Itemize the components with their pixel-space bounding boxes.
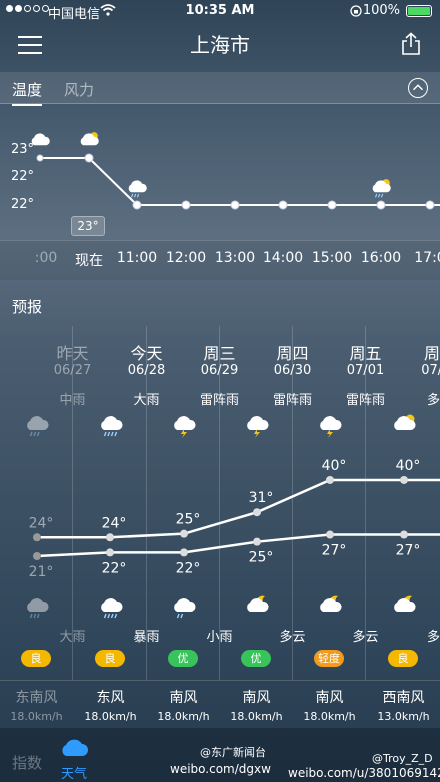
low-temp-label: 25° bbox=[249, 550, 274, 566]
wind-speed: 13.0km/h bbox=[377, 710, 430, 723]
hourly-ylabel-22b: 22° bbox=[11, 197, 34, 212]
high-temp-label: 24° bbox=[102, 515, 127, 531]
battery-icon bbox=[406, 5, 432, 17]
hourly-time-label: 12:00 bbox=[165, 250, 207, 266]
hourly-time-label: 17:0 bbox=[414, 250, 440, 266]
low-temp-label: 22° bbox=[102, 560, 127, 576]
low-temp-label: 21° bbox=[29, 564, 54, 580]
low-temp-label: 27° bbox=[396, 543, 421, 559]
high-temp-point bbox=[33, 533, 41, 542]
rain-cloud-icon bbox=[128, 180, 147, 198]
rotation-lock-icon bbox=[350, 5, 362, 17]
chart-tabs: 温度 风力 bbox=[0, 72, 440, 106]
tab-temperature[interactable]: 温度 bbox=[12, 79, 43, 106]
high-temp-label: 31° bbox=[249, 490, 274, 506]
high-temp-point bbox=[400, 475, 408, 484]
hourly-time-axis: :00 现在 11:00 12:00 13:00 14:00 15:00 16:00 17:0 bbox=[0, 240, 440, 280]
wind-direction: 南风 bbox=[315, 690, 344, 706]
hourly-point bbox=[376, 200, 386, 210]
wind-day-3: 南风 18.0km/h bbox=[220, 687, 293, 723]
wind-day-2: 南风 18.0km/h bbox=[147, 687, 220, 723]
tab-index[interactable]: 指数 bbox=[12, 752, 42, 773]
watermark-2: weibo.com/dgxw bbox=[170, 762, 271, 776]
collapse-icon[interactable] bbox=[408, 78, 428, 98]
app-header: 上海市 bbox=[0, 24, 440, 68]
hourly-point bbox=[425, 200, 435, 210]
weather-cloud-icon bbox=[62, 739, 88, 756]
current-temp-tooltip: 23° bbox=[71, 216, 105, 236]
high-temp-label: 24° bbox=[29, 515, 54, 531]
hourly-time-label: 11:00 bbox=[116, 250, 158, 266]
hourly-point bbox=[230, 200, 240, 210]
wind-row: 东南风 18.0km/h 东风 18.0km/h 南风 18.0km/h 南风 18.0km/… bbox=[0, 680, 440, 726]
hourly-time-label: 13:00 bbox=[214, 250, 256, 266]
high-temp-point bbox=[253, 508, 261, 517]
status-bar: 中国电信 10:35 AM 100% bbox=[0, 0, 440, 24]
hourly-time-label: 现在 bbox=[75, 253, 103, 269]
wind-direction: 西南风 bbox=[382, 690, 425, 706]
daily-temp-chart: 24° 24° 25° 31° 40° 40° 21° 22° 22° 25° 27° 27° bbox=[29, 458, 440, 580]
watermark-3: @Troy_Z_D bbox=[372, 752, 433, 765]
low-temp-point bbox=[106, 548, 114, 557]
hourly-temp-chart: 23° 22° 22° bbox=[11, 132, 440, 212]
wind-day-0: 东南风 18.0km/h bbox=[0, 687, 73, 723]
high-temp-label: 25° bbox=[176, 512, 201, 528]
watermark-4: weibo.com/u/3801069142 bbox=[288, 766, 440, 780]
wind-direction: 东南风 bbox=[15, 690, 58, 706]
hourly-point bbox=[181, 200, 191, 210]
watermark-1: @东广新闻台 bbox=[200, 746, 266, 759]
high-temp-label: 40° bbox=[396, 458, 421, 474]
hourly-time-label: 16:00 bbox=[360, 250, 402, 266]
hourly-point bbox=[327, 200, 337, 210]
wind-day-4: 南风 18.0km/h bbox=[293, 687, 366, 723]
wind-speed: 18.0km/h bbox=[84, 710, 137, 723]
hourly-time-label: 14:00 bbox=[262, 250, 304, 266]
wind-speed: 18.0km/h bbox=[10, 710, 63, 723]
low-temp-label: 27° bbox=[322, 543, 347, 559]
cloud-icon bbox=[31, 133, 50, 146]
hourly-ylabel-23: 23° bbox=[11, 142, 34, 157]
hourly-point bbox=[132, 200, 142, 210]
high-temp-point bbox=[106, 533, 114, 542]
low-temp-label: 22° bbox=[176, 560, 201, 576]
wind-direction: 东风 bbox=[96, 690, 125, 706]
wind-speed: 18.0km/h bbox=[230, 710, 283, 723]
forecast-title: 预报 bbox=[12, 298, 43, 316]
high-temp-label: 40° bbox=[322, 458, 347, 474]
hourly-time-label: 15:00 bbox=[311, 250, 353, 266]
share-icon[interactable] bbox=[400, 32, 422, 56]
high-temp-line bbox=[37, 478, 440, 539]
wind-direction: 南风 bbox=[169, 690, 198, 706]
tab-weather-label: 天气 bbox=[60, 767, 87, 782]
hourly-point bbox=[278, 200, 288, 210]
partly-cloudy-icon bbox=[80, 132, 99, 146]
low-temp-point bbox=[400, 530, 408, 539]
low-temp-point bbox=[326, 530, 334, 539]
hourly-point bbox=[84, 153, 94, 163]
wind-day-1: 东风 18.0km/h bbox=[74, 687, 147, 723]
city-title: 上海市 bbox=[190, 33, 250, 57]
low-temp-point bbox=[253, 537, 261, 546]
tab-weather[interactable]: 天气 bbox=[56, 736, 92, 782]
wind-speed: 18.0km/h bbox=[157, 710, 210, 723]
wind-direction: 南风 bbox=[242, 690, 271, 706]
high-temp-point bbox=[326, 475, 334, 484]
bottom-tab-bar: 指数 天气 @东广新闻台 weibo.com/dgxw @Troy_Z_D we… bbox=[0, 728, 440, 782]
wind-speed: 18.0km/h bbox=[303, 710, 356, 723]
low-temp-point bbox=[180, 548, 188, 557]
low-temp-point bbox=[33, 552, 41, 560]
battery-percent: 100% bbox=[362, 3, 400, 18]
hourly-point bbox=[36, 154, 44, 162]
tab-wind[interactable]: 风力 bbox=[64, 79, 94, 100]
sun-rain-icon bbox=[372, 179, 391, 198]
wind-day-5: 西南风 13.0km/h bbox=[367, 687, 440, 723]
hourly-ylabel-22a: 22° bbox=[11, 169, 34, 184]
hourly-time-label: :00 bbox=[34, 250, 58, 266]
high-temp-point bbox=[180, 529, 188, 538]
